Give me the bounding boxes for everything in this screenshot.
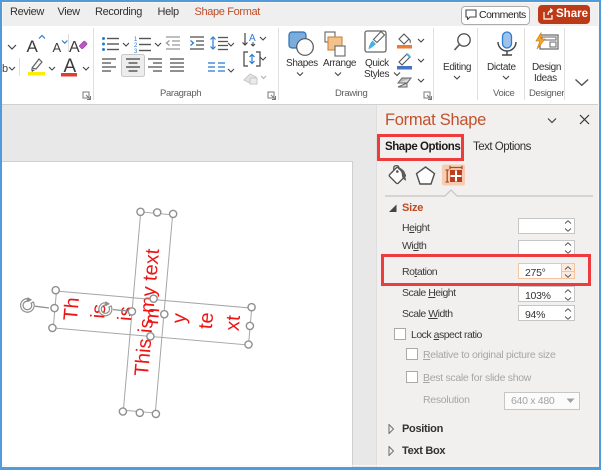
svg-text:Styles: Styles — [364, 69, 389, 80]
svg-text:Voice: Voice — [493, 88, 515, 99]
svg-text:Shapes: Shapes — [286, 58, 318, 69]
svg-text:Drawing: Drawing — [335, 88, 367, 99]
svg-text:Arrange: Arrange — [323, 58, 357, 69]
svg-text:Design: Design — [532, 62, 561, 73]
svg-text:A: A — [69, 39, 80, 56]
svg-text:Editing: Editing — [443, 62, 471, 73]
svg-text:Quick: Quick — [365, 58, 390, 69]
svg-text:A: A — [27, 37, 39, 56]
svg-text:Ideas: Ideas — [534, 73, 557, 84]
svg-text:Designer: Designer — [529, 88, 564, 99]
svg-text:Paragraph: Paragraph — [160, 88, 201, 99]
svg-text:A: A — [53, 40, 62, 55]
svg-text:Dictate: Dictate — [487, 62, 516, 73]
svg-text:b: b — [2, 63, 8, 75]
